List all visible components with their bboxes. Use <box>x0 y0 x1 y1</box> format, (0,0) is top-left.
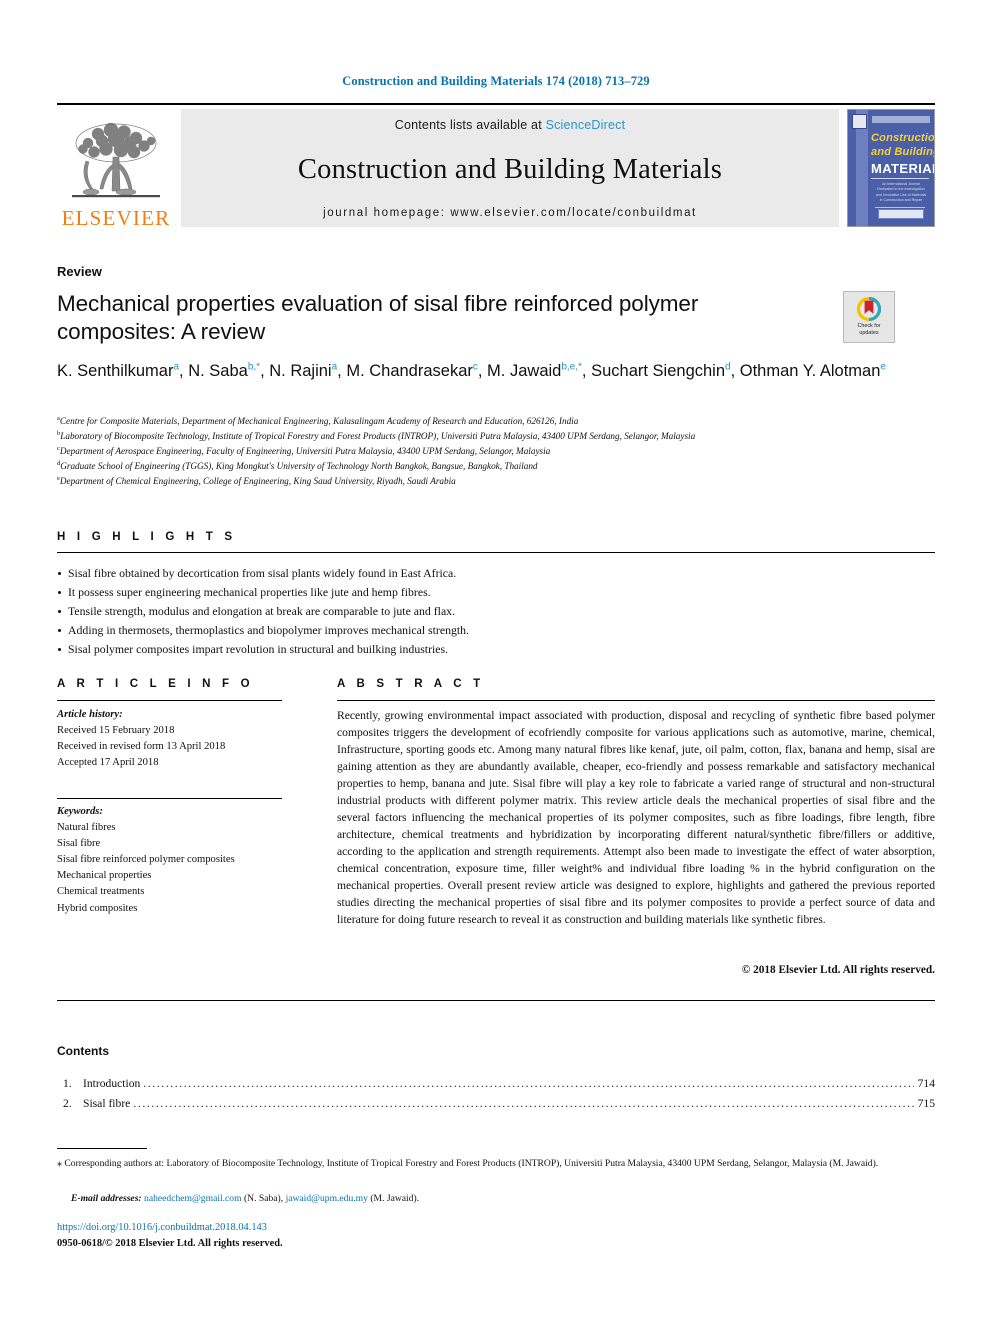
toc-page-number: 714 <box>917 1077 935 1090</box>
affiliation-item: cDepartment of Aerospace Engineering, Fa… <box>57 444 937 459</box>
article-type-label: Review <box>57 264 102 279</box>
email-addresses-line: E-mail addresses: naheedchem@gmail.com (… <box>57 1192 935 1207</box>
footnote-rule <box>57 1148 147 1149</box>
affiliation-item: dGraduate School of Engineering (TGGS), … <box>57 459 937 474</box>
running-head: Construction and Building Materials 174 … <box>342 74 650 88</box>
highlight-item: Tensile strength, modulus and elongation… <box>57 602 935 621</box>
sciencedirect-link[interactable]: ScienceDirect <box>546 118 626 132</box>
contents-prefix: Contents lists available at <box>394 118 542 132</box>
cover-title-line2: and Building <box>871 146 935 158</box>
journal-title: Construction and Building Materials <box>297 153 723 185</box>
journal-homepage-link[interactable]: journal homepage: www.elsevier.com/locat… <box>323 207 697 219</box>
article-history-item: Received in revised form 13 April 2018 <box>57 741 226 753</box>
affiliation-item: aCentre for Composite Materials, Departm… <box>57 414 937 429</box>
highlights-list: Sisal fibre obtained by decortication fr… <box>57 564 935 660</box>
email-2-owner: (M. Jawaid). <box>370 1193 420 1204</box>
cover-topbar <box>872 116 930 123</box>
keyword-item: Sisal fibre reinforced polymer composite… <box>57 854 235 866</box>
article-history-items: Received 15 February 2018 Received in rev… <box>57 723 297 771</box>
elsevier-wordmark: ELSEVIER <box>61 206 171 230</box>
highlights-divider <box>57 552 935 553</box>
keywords-title: Keywords: <box>57 806 103 817</box>
keyword-item: Hybrid composites <box>57 902 138 914</box>
cover-blurb: An International Journal Dedicated to th… <box>875 182 927 203</box>
crossmark-label: Check for updates <box>857 323 880 338</box>
keyword-item: Mechanical properties <box>57 870 152 882</box>
corresponding-author-text: Corresponding authors at: Laboratory of … <box>64 1158 879 1169</box>
email-label: E-mail addresses: <box>71 1193 142 1204</box>
toc-label[interactable]: Introduction <box>83 1074 143 1094</box>
toc-entry[interactable]: 2. Sisal fibre...........................… <box>57 1094 935 1114</box>
journal-band: Contents lists available at ScienceDirec… <box>181 109 839 227</box>
cover-divider <box>871 178 929 179</box>
highlights-heading: H I G H L I G H T S <box>57 531 237 543</box>
table-of-contents: 1. Introduction..........................… <box>57 1074 935 1114</box>
cover-title-line1: Construction <box>871 132 935 144</box>
highlight-item: Adding in thermosets, thermoplastics and… <box>57 621 935 640</box>
toc-leader-dots: ........................................… <box>133 1096 913 1110</box>
highlights-ul: Sisal fibre obtained by decortication fr… <box>57 564 935 660</box>
elsevier-tree-icon <box>72 122 160 198</box>
contents-heading: Contents <box>57 1044 109 1058</box>
article-history-title: Article history: <box>57 709 123 720</box>
corresponding-author-note: ⁎ Corresponding authors at: Laboratory o… <box>57 1156 935 1172</box>
abstract-bottom-divider <box>57 1000 935 1001</box>
cover-footline <box>875 207 925 208</box>
affiliation-list: aCentre for Composite Materials, Departm… <box>57 414 937 489</box>
keywords-block: Keywords: Natural fibres Sisal fibre Sisal… <box>57 804 307 917</box>
keyword-item: Natural fibres <box>57 822 116 834</box>
cover-publisher-footer <box>878 209 924 219</box>
email-1-owner: (N. Saba), <box>243 1193 284 1204</box>
paper-page: Construction and Building Materials 174 … <box>0 0 992 1323</box>
toc-entry[interactable]: 1. Introduction..........................… <box>57 1074 935 1094</box>
crossmark-badge[interactable]: Check for updates <box>843 291 895 343</box>
keywords-items: Natural fibres Sisal fibre Sisal fibre rei… <box>57 820 307 917</box>
abstract-copyright: © 2018 Elsevier Ltd. All rights reserved… <box>741 964 935 976</box>
toc-number: 2. <box>63 1096 72 1110</box>
affiliation-text: Laboratory of Biocomposite Technology, I… <box>60 430 696 441</box>
page-title: Mechanical properties evaluation of sisa… <box>57 291 699 345</box>
author-list: K. Senthilkumara, N. Sabab,*, N. Rajinia… <box>57 361 886 380</box>
article-info-heading: A R T I C L E I N F O <box>57 678 254 690</box>
abstract-divider <box>337 700 935 701</box>
article-info-divider <box>57 700 282 701</box>
affiliation-item: eDepartment of Chemical Engineering, Col… <box>57 474 937 489</box>
crossmark-icon <box>856 296 882 322</box>
crossmark-line1: Check for <box>857 323 881 329</box>
contents-available-line: Contents lists available at ScienceDirec… <box>395 118 626 132</box>
affiliation-text: Graduate School of Engineering (TGGS), K… <box>60 460 538 471</box>
keyword-item: Chemical treatments <box>57 886 145 898</box>
keywords-divider <box>57 798 282 799</box>
cover-title-line3: MATERIALS <box>871 161 934 176</box>
toc-number: 1. <box>63 1077 72 1090</box>
affiliation-text: Centre for Composite Materials, Departme… <box>59 416 579 426</box>
article-history: Article history: Received 15 February 20… <box>57 707 297 771</box>
asterisk-icon: ⁎ <box>57 1158 62 1169</box>
abstract-text: Recently, growing environmental impact a… <box>337 709 935 927</box>
issn-copyright: 0950-0618/© 2018 Elsevier Ltd. All right… <box>57 1238 283 1249</box>
toc-page-number: 715 <box>917 1096 935 1110</box>
elsevier-logo: ELSEVIER <box>57 109 175 231</box>
email-link-2[interactable]: jawaid@upm.edu.my <box>286 1193 368 1204</box>
email-link-1[interactable]: naheedchem@gmail.com <box>144 1193 242 1204</box>
article-history-item: Received 15 February 2018 <box>57 725 175 737</box>
doi-link[interactable]: https://doi.org/10.1016/j.conbuildmat.20… <box>57 1222 267 1233</box>
affiliation-item: bLaboratory of Biocomposite Technology, … <box>57 429 937 444</box>
toc-label[interactable]: Sisal fibre <box>83 1094 133 1114</box>
cover-publisher-box <box>852 114 867 129</box>
highlight-item: Sisal polymer composites impart revoluti… <box>57 640 935 659</box>
journal-masthead: ELSEVIER Contents lists available at Sci… <box>57 103 935 229</box>
keyword-item: Sisal fibre <box>57 838 101 850</box>
affiliation-text: Department of Chemical Engineering, Coll… <box>59 475 456 486</box>
highlight-item: It possess super engineering mechanical … <box>57 583 935 602</box>
affiliation-text: Department of Aerospace Engineering, Fac… <box>59 445 551 456</box>
highlight-item: Sisal fibre obtained by decortication fr… <box>57 564 935 583</box>
crossmark-line2: updates <box>859 330 879 337</box>
toc-leader-dots: ........................................… <box>143 1077 913 1090</box>
article-history-item: Accepted 17 April 2018 <box>57 757 159 769</box>
journal-cover-thumbnail[interactable]: Construction and Building MATERIALS An I… <box>847 109 935 227</box>
abstract-heading: A B S T R A C T <box>337 678 485 690</box>
